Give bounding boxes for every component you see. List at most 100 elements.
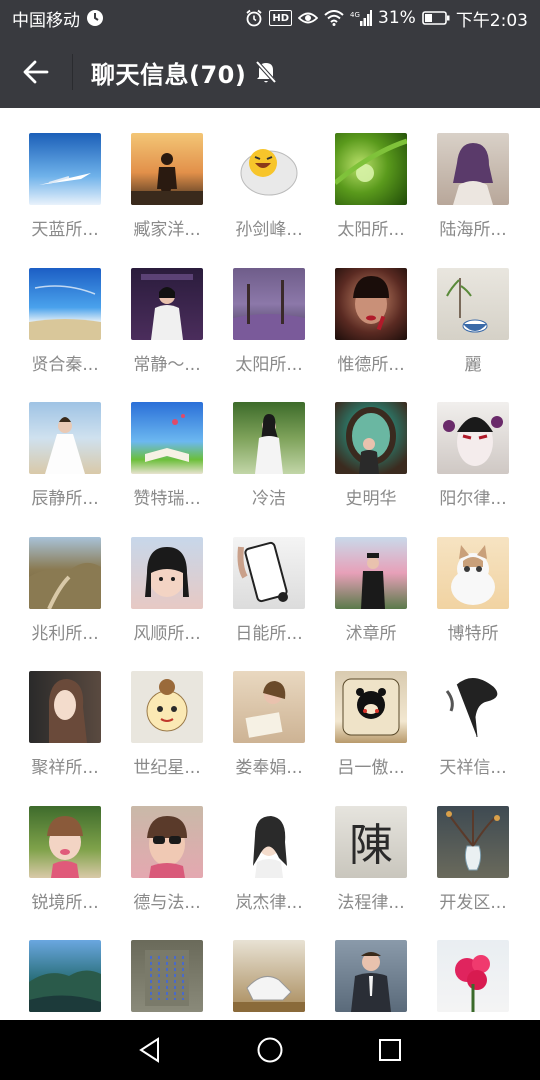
member-avatar[interactable]: [437, 940, 509, 1012]
member-avatar[interactable]: [131, 536, 203, 609]
member-item[interactable]: 日能所...: [233, 536, 305, 672]
member-item[interactable]: 天祥信...: [437, 671, 509, 806]
member-item[interactable]: 麗: [437, 267, 509, 403]
member-avatar[interactable]: [29, 536, 101, 609]
member-name: 沭章所: [345, 623, 397, 644]
member-item[interactable]: 赞特瑞...: [131, 402, 203, 537]
member-item[interactable]: 惟德所...: [335, 267, 407, 403]
member-item[interactable]: 贤合秦...: [29, 267, 101, 403]
member-avatar[interactable]: [233, 267, 305, 340]
member-avatar[interactable]: [233, 402, 305, 474]
wifi-icon: [324, 8, 344, 28]
member-name: 惟德所...: [337, 354, 405, 375]
member-avatar[interactable]: [131, 940, 203, 1012]
member-item[interactable]: 常静～...: [131, 267, 203, 403]
member-name: 辰静所...: [31, 489, 99, 509]
member-avatar[interactable]: [437, 402, 509, 474]
member-item[interactable]: 锐境所...: [29, 805, 101, 941]
member-item[interactable]: 德与法...: [131, 805, 203, 941]
member-item[interactable]: 冷洁: [233, 402, 305, 537]
member-name: 风顺所...: [133, 623, 201, 644]
member-item[interactable]: 岚杰律...: [233, 805, 305, 941]
member-name: 太阳所...: [337, 220, 405, 240]
member-avatar[interactable]: [335, 671, 407, 743]
member-item[interactable]: 孙剑峰...: [233, 133, 305, 268]
member-avatar[interactable]: [233, 805, 305, 878]
member-avatar[interactable]: [131, 133, 203, 205]
nav-recents-button[interactable]: [360, 1020, 420, 1080]
member-name: 常静～...: [133, 354, 201, 375]
member-name: 贤合秦...: [31, 354, 99, 375]
member-name: 吕一傲...: [337, 758, 405, 778]
member-avatar[interactable]: [437, 536, 509, 609]
member-avatar[interactable]: [335, 402, 407, 474]
member-item[interactable]: [29, 940, 101, 1020]
member-avatar[interactable]: [335, 940, 407, 1012]
member-avatar[interactable]: [29, 133, 101, 205]
nav-home-button[interactable]: [240, 1020, 300, 1080]
member-grid: 天蓝所... 臧家洋... 孙剑峰... 太阳所... 陆海所... 贤合秦... 常静～.…: [0, 108, 540, 1020]
member-item[interactable]: 兆利所...: [29, 536, 101, 672]
member-name: 世纪星...: [133, 758, 201, 778]
member-avatar[interactable]: [233, 133, 305, 205]
member-avatar[interactable]: [233, 671, 305, 743]
member-avatar[interactable]: [131, 267, 203, 340]
member-avatar[interactable]: [29, 267, 101, 340]
member-item[interactable]: 阳尔律...: [437, 402, 509, 537]
member-item[interactable]: 开发区...: [437, 805, 509, 941]
back-button[interactable]: [0, 36, 72, 108]
member-item[interactable]: 臧家洋...: [131, 133, 203, 268]
header-divider: [72, 54, 73, 90]
member-avatar[interactable]: [335, 267, 407, 340]
member-item[interactable]: 天蓝所...: [29, 133, 101, 268]
member-name: 太阳所...: [235, 354, 303, 375]
member-item[interactable]: 太阳所...: [335, 133, 407, 268]
member-avatar[interactable]: [335, 536, 407, 609]
header-bar: 聊天信息(70): [0, 36, 540, 108]
nav-back-button[interactable]: [120, 1020, 180, 1080]
member-avatar[interactable]: [437, 805, 509, 878]
svg-text:4G: 4G: [350, 11, 360, 19]
member-item[interactable]: [131, 940, 203, 1020]
member-avatar[interactable]: [131, 671, 203, 743]
member-avatar[interactable]: [335, 133, 407, 205]
member-name: 天祥信...: [439, 758, 507, 778]
member-avatar[interactable]: [437, 133, 509, 205]
member-item[interactable]: [335, 940, 407, 1020]
member-avatar[interactable]: [131, 805, 203, 878]
member-avatar[interactable]: [29, 805, 101, 878]
member-item[interactable]: [233, 940, 305, 1020]
member-item[interactable]: 聚祥所...: [29, 671, 101, 806]
member-avatar[interactable]: [437, 267, 509, 340]
member-name: 聚祥所...: [31, 758, 99, 778]
member-item[interactable]: 陆海所...: [437, 133, 509, 268]
member-item[interactable]: 辰静所...: [29, 402, 101, 537]
member-name: 开发区...: [439, 892, 507, 913]
member-item[interactable]: 沭章所: [335, 536, 407, 672]
member-avatar[interactable]: 陳: [335, 805, 407, 878]
svg-text:陳: 陳: [349, 820, 393, 871]
member-item[interactable]: 世纪星...: [131, 671, 203, 806]
member-avatar[interactable]: [29, 402, 101, 474]
member-item[interactable]: [437, 940, 509, 1020]
member-name: 冷洁: [252, 489, 286, 509]
member-item[interactable]: 陳法程律...: [335, 805, 407, 941]
member-item[interactable]: 风顺所...: [131, 536, 203, 672]
member-item[interactable]: 太阳所...: [233, 267, 305, 403]
triangle-back-icon: [139, 1037, 159, 1063]
system-nav-bar: [0, 1020, 540, 1080]
member-item[interactable]: 吕一傲...: [335, 671, 407, 806]
member-avatar[interactable]: [131, 402, 203, 474]
member-avatar[interactable]: [233, 940, 305, 1012]
member-avatar[interactable]: [29, 671, 101, 743]
member-name: 孙剑峰...: [235, 220, 303, 240]
member-name: 赞特瑞...: [133, 489, 201, 509]
member-avatar[interactable]: [437, 671, 509, 743]
member-avatar[interactable]: [29, 940, 101, 1012]
status-bar: 中国移动 HD 4G 31% 下午2:03: [0, 0, 540, 36]
member-item[interactable]: 博特所: [437, 536, 509, 672]
member-item[interactable]: 史明华: [335, 402, 407, 537]
member-item[interactable]: 娄奉娟...: [233, 671, 305, 806]
eye-icon: [298, 8, 319, 28]
member-avatar[interactable]: [233, 536, 305, 609]
